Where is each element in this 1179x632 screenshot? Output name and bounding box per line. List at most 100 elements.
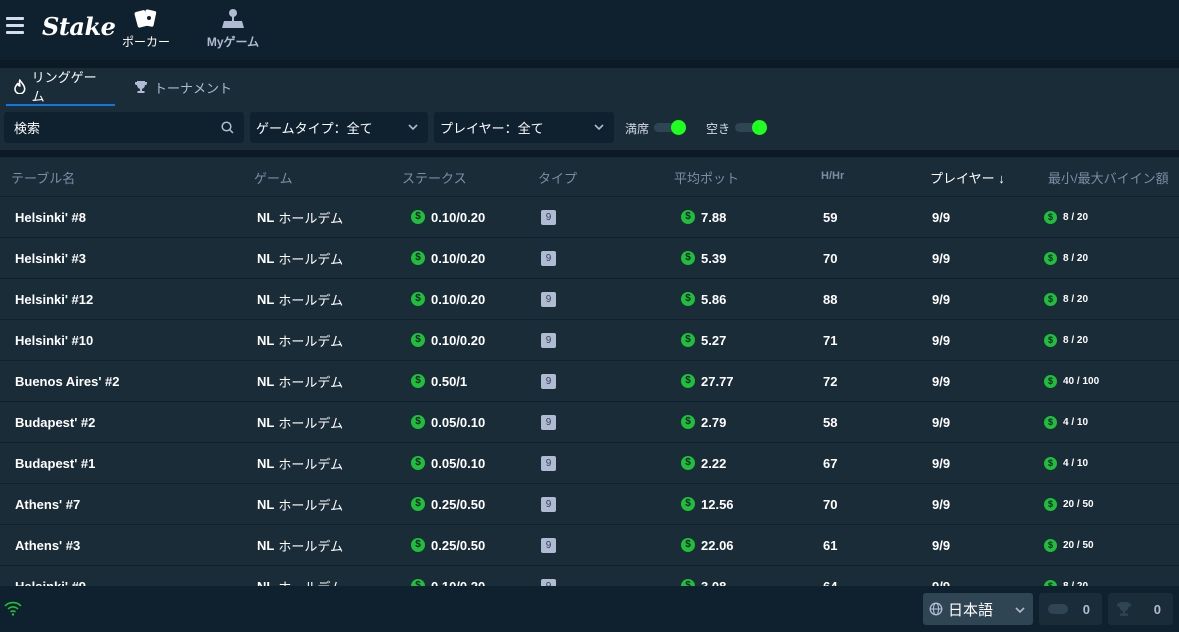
- avg-pot-value: 2.79: [701, 414, 727, 430]
- table-row[interactable]: Athens' #3 NL ホールデム $0.25/0.50 9 $22.06 61 9/9 $…: [0, 525, 1179, 566]
- game-type-select[interactable]: ゲームタイプ：全て: [250, 112, 428, 143]
- dollar-coin-icon: $: [411, 415, 425, 429]
- game-prefix: NL: [257, 537, 275, 553]
- column-header-stakes[interactable]: ステークス: [402, 168, 467, 187]
- fire-icon: [14, 78, 26, 94]
- avg-pot-cell: $22.06: [681, 525, 734, 565]
- players-count: 9/9: [932, 578, 951, 587]
- avg-pot-value: 5.86: [701, 291, 727, 307]
- full-toggle[interactable]: [654, 120, 686, 135]
- table-name: Buenos Aires' #2: [15, 373, 120, 389]
- seat-count-badge: 9: [541, 455, 556, 471]
- buyin-value: 4 / 10: [1063, 416, 1089, 428]
- table-row[interactable]: Helsinki' #9 NLホールデム $0.10/0.20 9 $3.08 64 9/9…: [0, 566, 1179, 586]
- dollar-coin-icon: $: [1044, 456, 1057, 470]
- tournaments-counter[interactable]: 0: [1108, 593, 1173, 625]
- table-row[interactable]: Buenos Aires' #2 NL ホールデム $0.50/1 9 $27.77 72 9…: [0, 361, 1179, 402]
- language-select[interactable]: 日本語: [923, 593, 1033, 625]
- buyin-value: 20 / 50: [1063, 498, 1094, 510]
- top-bar: Stake ポーカー Myゲーム: [0, 0, 1179, 60]
- column-header-avg-pot[interactable]: 平均ポット: [674, 168, 739, 187]
- hamburger-menu-icon[interactable]: [6, 17, 24, 35]
- game-name: ホールデム: [278, 497, 344, 513]
- table-row[interactable]: Helsinki' #10 NL ホールデム $0.10/0.20 9 $5.27 71 9/…: [0, 320, 1179, 361]
- table-row[interactable]: Budapest' #1 NL ホールデム $0.05/0.10 9 $2.22 67 9/9…: [0, 443, 1179, 484]
- buyin-cell: $20 / 50: [1044, 525, 1094, 565]
- nav-poker[interactable]: ポーカー: [120, 8, 172, 50]
- game-type-select-value: ゲームタイプ：全て: [256, 121, 373, 136]
- stakes-value: 0.25/0.50: [431, 537, 486, 553]
- players-count: 9/9: [932, 455, 951, 471]
- active-tables-counter[interactable]: 0: [1039, 593, 1102, 625]
- nav-my-games-label: Myゲーム: [206, 35, 260, 49]
- wifi-icon: [4, 601, 22, 616]
- players-count: 9/9: [932, 250, 951, 266]
- buyin-cell: $4 / 10: [1044, 402, 1088, 442]
- search-icon: [221, 121, 234, 134]
- type-cell: 9: [541, 443, 556, 483]
- avg-pot-cell: $7.88: [681, 197, 726, 237]
- dollar-coin-icon: $: [681, 374, 695, 388]
- column-header-type[interactable]: タイプ: [538, 168, 577, 187]
- avg-pot-cell: $12.56: [681, 484, 734, 524]
- divider: [0, 60, 1179, 68]
- avg-pot-cell: $5.86: [681, 279, 726, 319]
- buyin-cell: $20 / 50: [1044, 484, 1094, 524]
- column-header-players[interactable]: プレイヤー ↓: [930, 168, 1005, 187]
- table-name: Helsinki' #10: [15, 332, 94, 348]
- dollar-coin-icon: $: [1044, 333, 1057, 347]
- dollar-coin-icon: $: [681, 292, 695, 306]
- buyin-value: 8 / 20: [1063, 252, 1089, 264]
- game-name: ホールデム: [278, 333, 344, 349]
- dollar-coin-icon: $: [1044, 292, 1057, 306]
- dollar-coin-icon: $: [411, 579, 425, 586]
- game-prefix: NL: [257, 250, 275, 266]
- avg-pot-cell: $5.39: [681, 238, 726, 278]
- dollar-coin-icon: $: [681, 497, 695, 511]
- players-count: 9/9: [932, 414, 951, 430]
- game-prefix: NL: [257, 209, 275, 225]
- buyin-cell: $8 / 20: [1044, 320, 1088, 360]
- table-row[interactable]: Athens' #7 NL ホールデム $0.25/0.50 9 $12.56 70 9/9 $…: [0, 484, 1179, 525]
- type-cell: 9: [541, 238, 556, 278]
- game-cell: NLホールデム: [257, 361, 343, 401]
- game-cell: NLホールデム: [257, 443, 343, 483]
- dollar-coin-icon: $: [411, 374, 425, 388]
- game-cell: NLホールデム: [257, 484, 343, 524]
- nav-my-games[interactable]: Myゲーム: [204, 8, 262, 50]
- players-select[interactable]: プレイヤー：全て: [434, 112, 614, 143]
- column-header-hands-per-hour[interactable]: H/Hr: [821, 170, 844, 182]
- tab-ring-games[interactable]: リングゲーム: [6, 68, 115, 106]
- stake-logo[interactable]: Stake: [42, 12, 116, 41]
- table-icon: [1048, 604, 1068, 614]
- hands-per-hour: 61: [823, 537, 838, 553]
- game-prefix: NL: [257, 373, 275, 389]
- buyin-value: 8 / 20: [1063, 334, 1089, 346]
- dollar-coin-icon: $: [1044, 415, 1057, 429]
- table-row[interactable]: Budapest' #2 NL ホールデム $0.05/0.10 9 $2.79 58 9/9…: [0, 402, 1179, 443]
- seat-count-badge: 9: [541, 537, 556, 553]
- hands-per-hour: 71: [823, 332, 838, 348]
- buyin-value: 8 / 20: [1063, 293, 1089, 305]
- stakes-value: 0.10/0.20: [431, 332, 486, 348]
- tab-tournaments[interactable]: トーナメント: [126, 68, 240, 106]
- game-cell: NLホールデム: [257, 238, 343, 278]
- seat-count-badge: 9: [541, 250, 556, 266]
- search-input[interactable]: 検索: [4, 112, 244, 143]
- table-row[interactable]: Helsinki' #8 NL ホールデム $0.10/0.20 9 $7.88 59 9/9…: [0, 197, 1179, 238]
- buyin-cell: $40 / 100: [1044, 361, 1099, 401]
- column-header-game[interactable]: ゲーム: [254, 168, 293, 187]
- game-name: ホールデム: [278, 292, 344, 308]
- tables-list: テーブル名 ゲーム ステークス タイプ 平均ポット H/Hr プレイヤー ↓ 最…: [0, 157, 1179, 586]
- seat-count-badge: 9: [541, 496, 556, 512]
- avg-pot-cell: $5.27: [681, 320, 726, 360]
- column-header-buyin[interactable]: 最小/最大バイイン額: [1048, 168, 1169, 187]
- cards-icon: [134, 9, 157, 28]
- table-row[interactable]: Helsinki' #12 NL ホールデム $0.10/0.20 9 $5.86 88 9/…: [0, 279, 1179, 320]
- empty-toggle[interactable]: [735, 120, 767, 135]
- column-header-table-name[interactable]: テーブル名: [11, 168, 75, 187]
- type-cell: 9: [541, 566, 556, 586]
- stakes-cell: $0.50/1: [411, 361, 467, 401]
- table-name: Athens' #3: [15, 537, 81, 553]
- table-row[interactable]: Helsinki' #3 NL ホールデム $0.10/0.20 9 $5.39 70 9/9…: [0, 238, 1179, 279]
